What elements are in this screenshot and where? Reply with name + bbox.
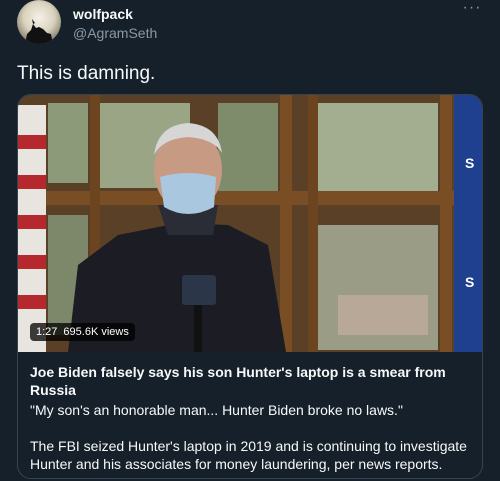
video-side-text: S [465,155,475,171]
video-views: 695.6K views [63,326,129,338]
tweet-header: wolfpack @AgramSeth ··· [17,0,483,50]
card-title[interactable]: Joe Biden falsely says his son Hunter's … [30,363,472,399]
video-stats-badge: 1:27 695.6K views [30,323,135,341]
video-player[interactable]: S S 1:27 695.6K views [18,95,482,352]
card-quote: "My son's an honorable man... Hunter Bid… [30,402,403,418]
more-options-icon[interactable]: ··· [461,0,483,20]
wolf-silhouette-icon [25,19,53,44]
video-card[interactable]: S S 1:27 695.6K views Joe Biden falsely … [17,94,483,479]
author-handle[interactable]: @AgramSeth [73,25,157,41]
tweet-text: This is damning. [17,63,156,84]
card-description: The FBI seized Hunter's laptop in 2019 a… [30,438,467,472]
video-side-text: S [465,274,475,290]
avatar[interactable] [17,0,61,44]
video-duration: 1:27 [36,326,58,338]
author-name[interactable]: wolfpack [73,6,133,22]
card-body: Joe Biden falsely says his son Hunter's … [18,352,482,478]
video-frame [18,95,482,352]
